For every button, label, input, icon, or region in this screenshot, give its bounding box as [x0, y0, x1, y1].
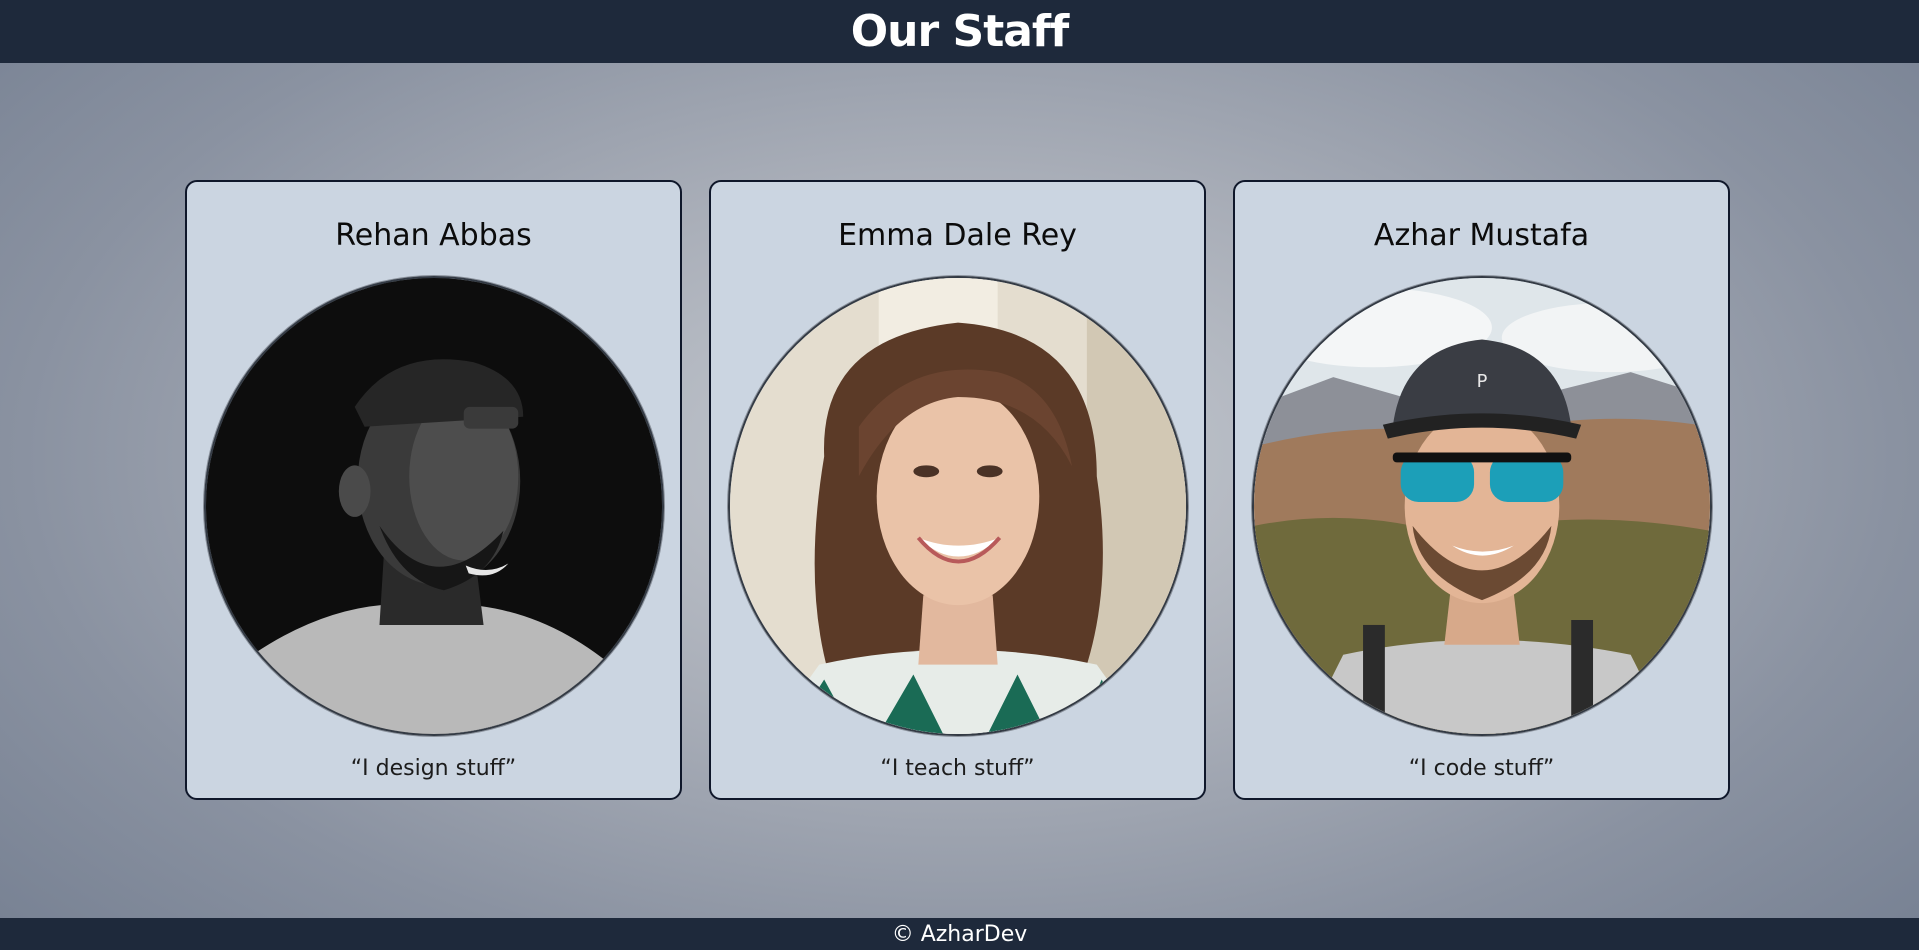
staff-name: Emma Dale Rey — [838, 218, 1077, 253]
staff-photo-image: P — [1254, 278, 1710, 734]
staff-photo-image — [730, 278, 1186, 734]
staff-cards: Rehan Abbas “I design stuff” Emma Dale R… — [0, 0, 1919, 950]
staff-quote: “I design stuff” — [350, 756, 517, 781]
staff-photo — [204, 276, 664, 736]
staff-photo-image — [206, 278, 662, 734]
staff-name: Rehan Abbas — [335, 218, 532, 253]
staff-name: Azhar Mustafa — [1373, 218, 1590, 253]
cap-logo-text: P — [1477, 371, 1488, 392]
staff-photo: P — [1252, 276, 1712, 736]
staff-photo — [728, 276, 1188, 736]
staff-card: Emma Dale Rey “I teach stuff” — [709, 180, 1206, 800]
page-footer: © AzharDev — [0, 918, 1919, 950]
staff-quote: “I teach stuff” — [880, 756, 1035, 781]
staff-card: Rehan Abbas “I design stuff” — [185, 180, 682, 800]
staff-card: Azhar Mustafa P “I code stuff” — [1233, 180, 1730, 800]
footer-copyright: © AzharDev — [891, 921, 1028, 947]
staff-quote: “I code stuff” — [1408, 756, 1555, 781]
